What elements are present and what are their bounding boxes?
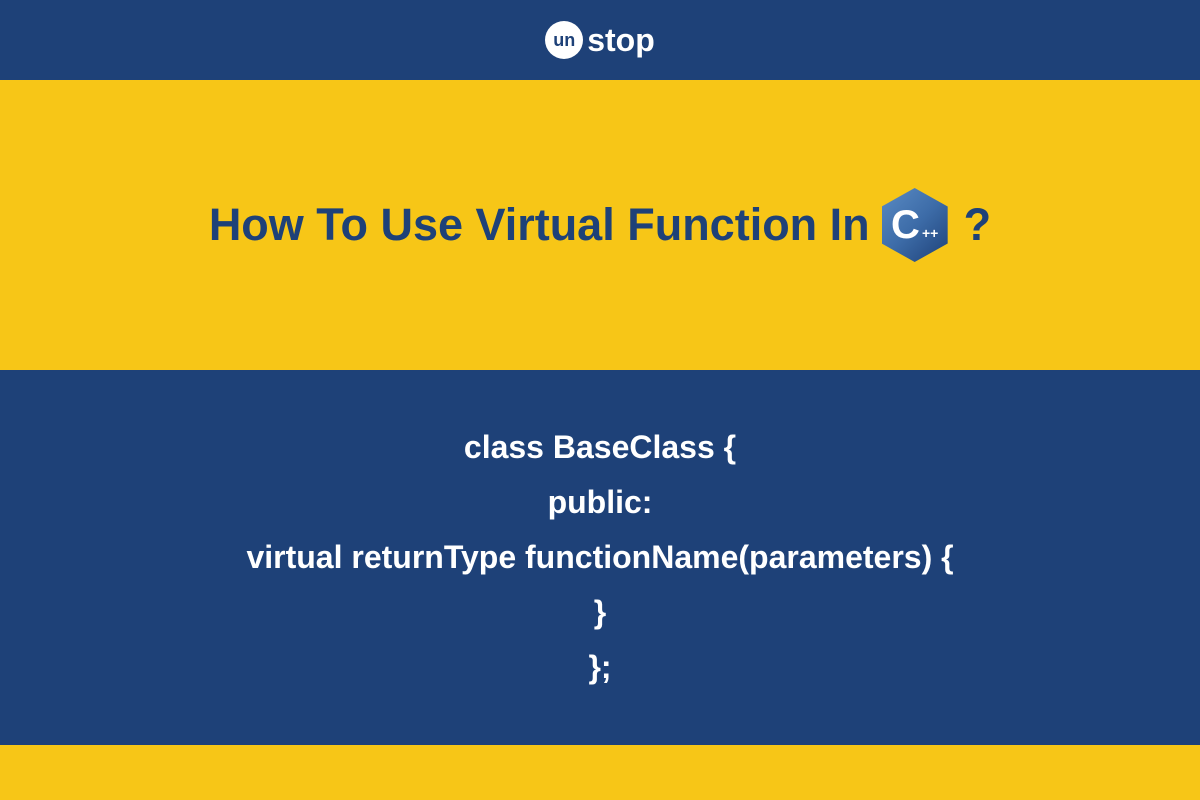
logo-circle-icon: un: [545, 21, 583, 59]
logo-circle-text: un: [553, 30, 575, 51]
question-mark: ?: [964, 199, 992, 251]
code-line-2: public:: [548, 484, 653, 521]
code-section: class BaseClass { public: virtual return…: [0, 370, 1200, 745]
title-section: How To Use Virtual Function In C ++ ?: [0, 80, 1200, 370]
title-text: How To Use Virtual Function In: [209, 199, 870, 251]
code-line-5: };: [588, 649, 611, 686]
code-line-3: virtual returnType functionName(paramete…: [246, 539, 953, 576]
cpp-c-letter: C: [891, 205, 920, 245]
code-line-1: class BaseClass {: [464, 429, 736, 466]
code-line-4: }: [594, 594, 606, 631]
cpp-plus-symbol: ++: [922, 225, 938, 241]
hexagon-content: C ++: [891, 205, 938, 245]
footer-bar: [0, 745, 1200, 800]
logo-text: stop: [587, 22, 655, 59]
header-bar: un stop: [0, 0, 1200, 80]
title-content: How To Use Virtual Function In C ++ ?: [209, 188, 991, 262]
unstop-logo: un stop: [545, 21, 655, 59]
cpp-logo-icon: C ++: [882, 188, 948, 262]
page-container: un stop How To Use Virtual Function In C…: [0, 0, 1200, 800]
hexagon-icon: C ++: [882, 188, 948, 262]
